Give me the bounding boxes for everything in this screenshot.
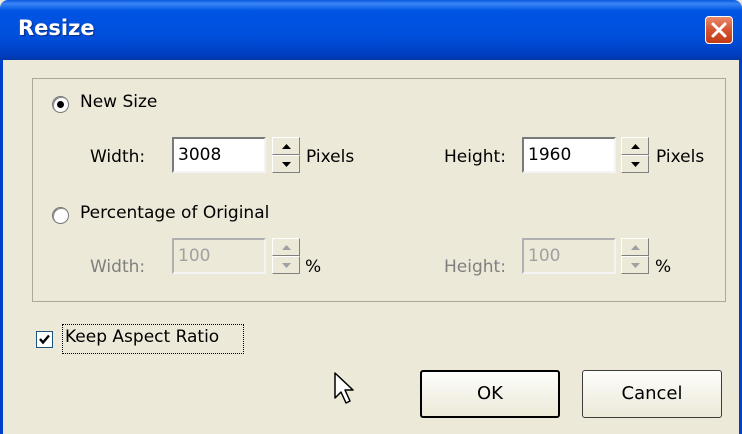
percent-height-label: Height:	[444, 257, 506, 277]
keep-aspect-checkbox[interactable]	[36, 331, 53, 348]
height-label: Height:	[444, 147, 506, 167]
height-spinner[interactable]	[621, 137, 649, 173]
height-input[interactable]: 1960	[522, 137, 616, 173]
window-title: Resize	[18, 16, 95, 40]
height-spin-down[interactable]	[621, 155, 649, 173]
arrow-down-icon	[282, 263, 291, 268]
height-spin-up[interactable]	[621, 137, 649, 155]
width-spin-up[interactable]	[272, 137, 300, 155]
width-spin-down[interactable]	[272, 155, 300, 173]
arrow-down-icon	[631, 162, 640, 167]
percent-width-spin-up[interactable]	[272, 238, 300, 256]
height-unit: Pixels	[656, 147, 705, 167]
arrow-up-icon	[631, 144, 640, 149]
close-icon	[711, 22, 727, 38]
percent-height-unit: %	[655, 257, 672, 277]
width-input[interactable]: 3008	[172, 137, 266, 173]
percent-height-spin-down[interactable]	[621, 256, 649, 274]
checkmark-icon	[39, 334, 50, 345]
percentage-label: Percentage of Original	[80, 203, 270, 223]
percent-width-label: Width:	[90, 257, 146, 277]
percent-width-unit: %	[305, 257, 322, 277]
keep-aspect-label[interactable]: Keep Aspect Ratio	[65, 327, 219, 347]
arrow-up-icon	[282, 245, 291, 250]
close-button[interactable]	[705, 16, 733, 44]
percent-width-spin-down[interactable]	[272, 256, 300, 274]
arrow-down-icon	[631, 263, 640, 268]
new-size-radio[interactable]	[52, 96, 69, 113]
new-size-label: New Size	[80, 92, 158, 112]
title-bar: Resize	[0, 0, 742, 60]
percent-height-spin-up[interactable]	[621, 238, 649, 256]
radio-selected-dot	[57, 101, 64, 108]
width-label: Width:	[90, 147, 146, 167]
percent-height-spinner[interactable]	[621, 238, 649, 274]
percentage-radio[interactable]	[52, 207, 69, 224]
width-unit: Pixels	[306, 147, 355, 167]
arrow-down-icon	[282, 162, 291, 167]
cancel-button[interactable]: Cancel	[582, 370, 722, 418]
percent-height-input[interactable]: 100	[522, 238, 616, 274]
arrow-up-icon	[282, 144, 291, 149]
ok-button[interactable]: OK	[420, 370, 560, 418]
arrow-up-icon	[631, 245, 640, 250]
width-spinner[interactable]	[272, 137, 300, 173]
mouse-pointer-icon	[334, 372, 354, 404]
percent-width-spinner[interactable]	[272, 238, 300, 274]
percent-width-input[interactable]: 100	[172, 238, 266, 274]
